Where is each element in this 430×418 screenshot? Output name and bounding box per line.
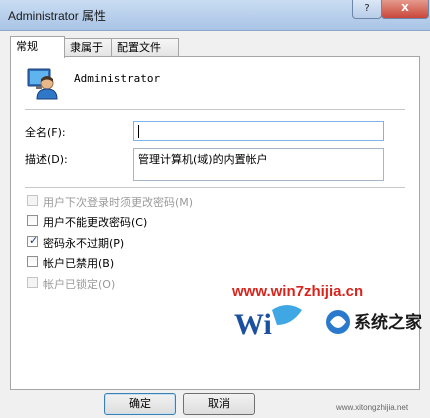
checkbox-label: 用户不能更改密码(C) [43, 216, 148, 229]
tab-profile[interactable]: 配置文件 [111, 38, 179, 57]
help-button[interactable]: ? [352, 0, 382, 19]
checkbox-box[interactable]: ✓ [27, 234, 39, 247]
cancel-button[interactable]: 取消 [183, 393, 255, 415]
full-name-field[interactable] [133, 121, 384, 141]
checkbox-label: 密码永不过期(P) [43, 237, 125, 250]
checkmark-icon: ✓ [29, 234, 39, 247]
close-button[interactable]: X [381, 0, 429, 19]
tab-general[interactable]: 常规 [10, 36, 65, 58]
watermark-text: www.win7zhijia.cn [232, 283, 364, 300]
checkbox-box[interactable] [27, 256, 38, 267]
divider-middle [25, 187, 405, 188]
ok-button[interactable]: 确定 [104, 393, 176, 415]
account-name: Administrator [74, 72, 161, 85]
watermark-logo-icon: Wi 系统之家 [234, 305, 422, 340]
description-value: 管理计算机(域)的内置帐户 [138, 153, 268, 166]
checkbox-box[interactable] [27, 195, 38, 206]
svg-text:Wi: Wi [234, 308, 272, 340]
user-avatar-icon [27, 68, 58, 100]
window-title: Administrator 属性 [8, 9, 107, 23]
checkbox-label: 帐户已锁定(O) [43, 278, 116, 291]
full-name-label: 全名(F): [25, 126, 66, 139]
checkbox-label: 用户下次登录时须更改密码(M) [43, 196, 194, 209]
divider-top [25, 109, 405, 110]
description-label: 描述(D): [25, 153, 68, 166]
watermark-logo-text: 系统之家 [354, 312, 422, 333]
description-field[interactable]: 管理计算机(域)的内置帐户 [133, 148, 384, 181]
text-caret [138, 125, 139, 138]
watermark-url: www.xitongzhijia.net [336, 403, 409, 412]
checkbox-box[interactable] [27, 277, 38, 288]
title-bar: Administrator 属性 ? X [0, 0, 430, 31]
checkbox-label: 帐户已禁用(B) [43, 257, 115, 270]
checkbox-box[interactable] [27, 215, 38, 226]
